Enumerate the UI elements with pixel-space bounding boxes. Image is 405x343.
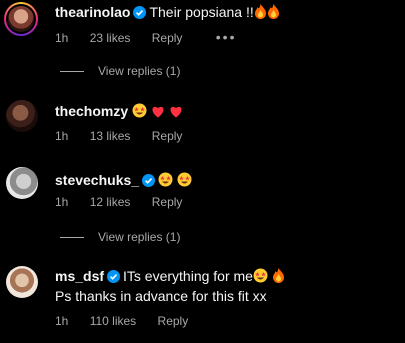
avatar[interactable] (6, 266, 38, 298)
comment-text: Their popsiana !! (149, 4, 254, 20)
like-count[interactable]: 110 likes (90, 314, 136, 328)
avatar[interactable] (6, 100, 38, 132)
view-replies-button[interactable]: View replies (1) (60, 64, 180, 78)
divider (60, 71, 84, 73)
avatar[interactable] (4, 2, 38, 36)
comment-age: 1h (55, 129, 69, 143)
fire-emoji-icon (254, 4, 266, 19)
reply-button[interactable]: Reply (152, 195, 183, 209)
comment-meta: 1h 110 likes Reply (55, 314, 206, 328)
like-count[interactable]: 23 likes (90, 31, 131, 45)
username[interactable]: stevechuks_ (55, 172, 139, 188)
reply-button[interactable]: Reply (158, 314, 189, 328)
comment-text: Ps thanks in advance for this fit xx (55, 288, 267, 304)
red-heart-emoji-icon (170, 106, 182, 118)
divider (60, 237, 84, 239)
avatar[interactable] (6, 167, 38, 199)
comment-meta: 1h 13 likes Reply (55, 129, 200, 143)
star-struck-emoji-icon (158, 172, 173, 187)
comment-body: stevechuks_ (55, 171, 192, 189)
comment-age: 1h (55, 195, 69, 209)
comment-meta: 1h 23 likes Reply ••• (55, 29, 254, 45)
reply-button[interactable]: Reply (152, 129, 183, 143)
view-replies-label: View replies (1) (98, 64, 181, 78)
comment-body: thearinolao Their popsiana !! (55, 3, 280, 21)
reply-button[interactable]: Reply (152, 31, 183, 45)
comment-text: ITs everything for me (123, 268, 253, 284)
comment-text-line-2: Ps thanks in advance for this fit xx (55, 287, 267, 305)
fire-emoji-icon (272, 268, 284, 283)
fire-emoji-icon (267, 4, 279, 19)
username[interactable]: ms_dsf (55, 268, 104, 284)
like-count[interactable]: 12 likes (90, 195, 131, 209)
like-count[interactable]: 13 likes (90, 129, 131, 143)
comment-age: 1h (55, 31, 69, 45)
comment-meta: 1h 12 likes Reply (55, 195, 200, 209)
verified-badge-icon (133, 6, 147, 19)
verified-badge-icon (107, 270, 121, 283)
username[interactable]: thearinolao (55, 4, 130, 20)
username[interactable]: thechomzy (55, 103, 128, 119)
more-options-icon[interactable]: ••• (216, 29, 237, 45)
view-replies-button[interactable]: View replies (1) (60, 230, 180, 244)
comment-age: 1h (55, 314, 69, 328)
verified-badge-icon (142, 174, 156, 187)
comment-body: thechomzy (55, 102, 183, 120)
star-struck-emoji-icon (253, 268, 268, 283)
star-struck-emoji-icon (132, 103, 147, 118)
view-replies-label: View replies (1) (98, 230, 181, 244)
red-heart-emoji-icon (152, 106, 164, 118)
star-struck-emoji-icon (177, 172, 192, 187)
comment-body: ms_dsf ITs everything for me (55, 267, 285, 285)
